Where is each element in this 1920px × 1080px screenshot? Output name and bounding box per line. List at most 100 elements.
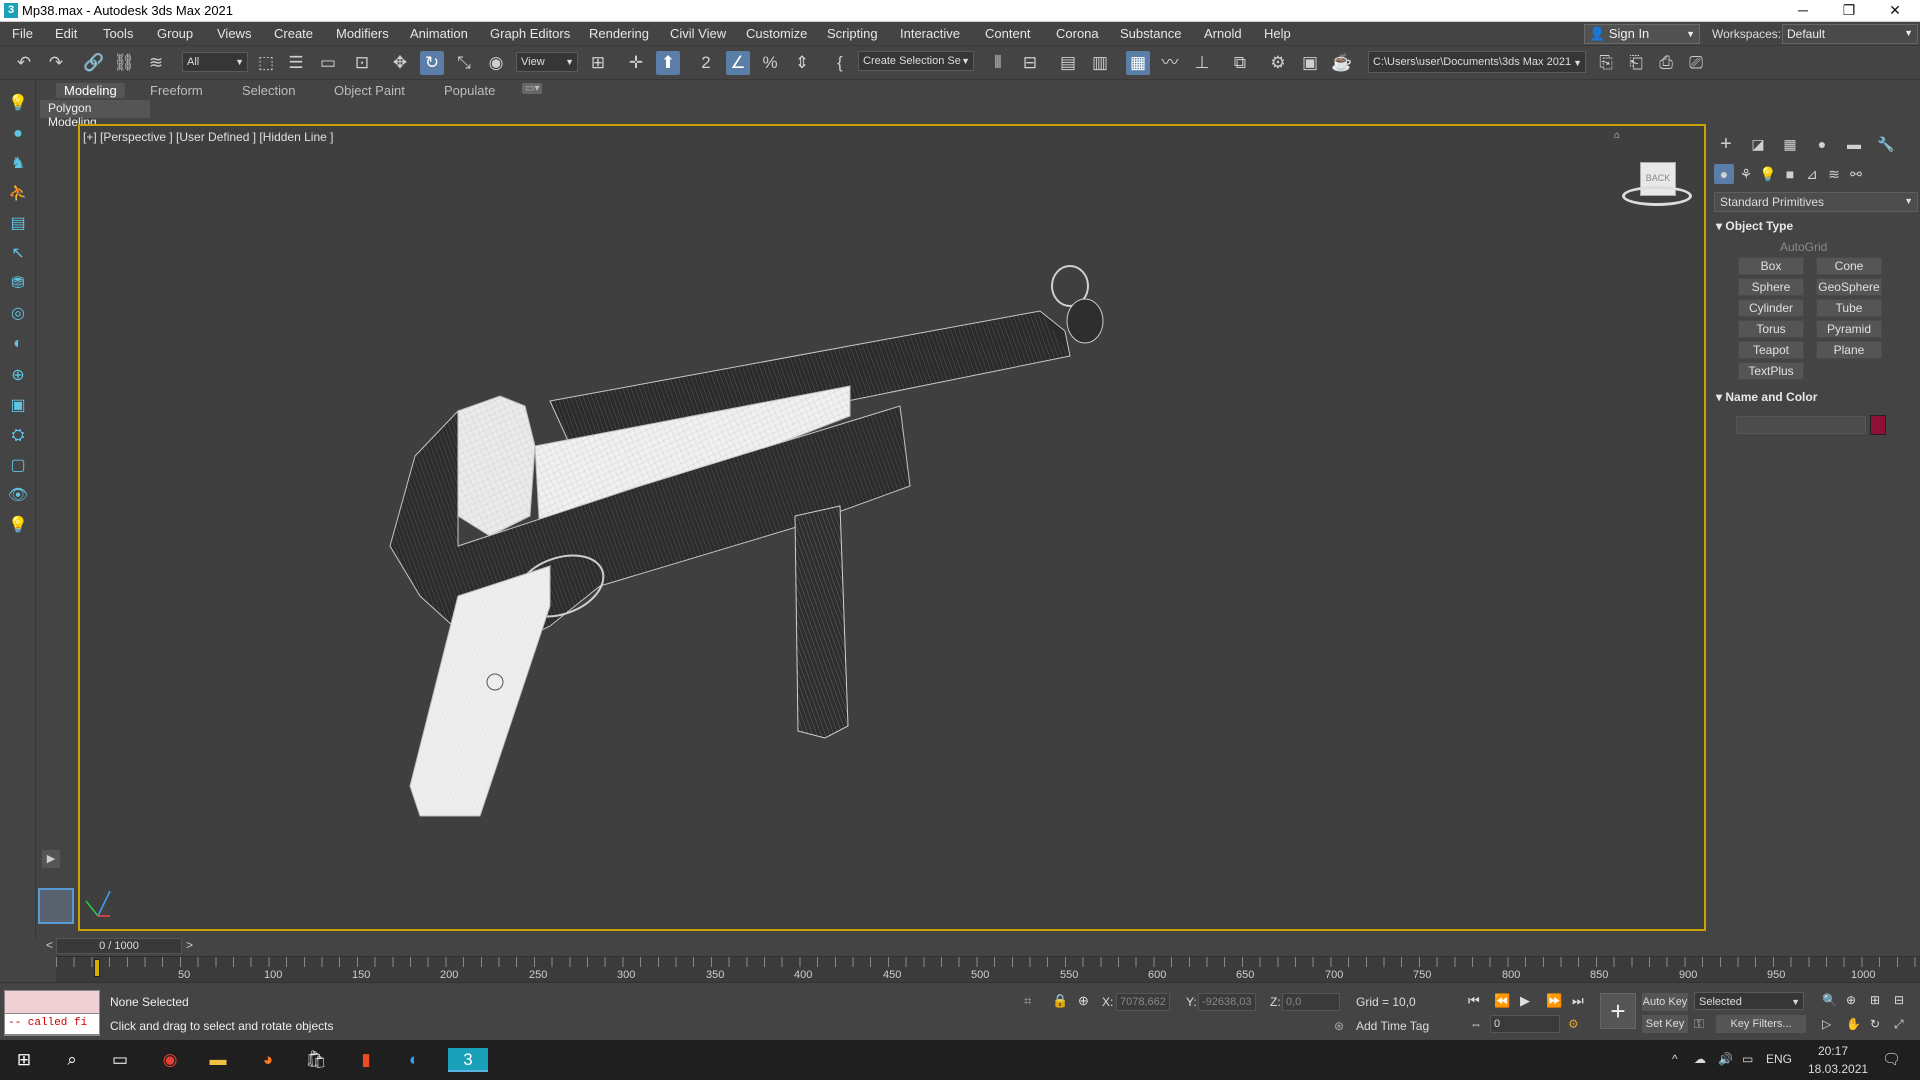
- material-editor-icon[interactable]: ⧉: [1228, 51, 1252, 75]
- cylinder-button[interactable]: Cylinder: [1738, 299, 1804, 317]
- object-type-rollout-header[interactable]: ▾ Object Type: [1716, 219, 1916, 237]
- auto-key-button[interactable]: Auto Key: [1642, 993, 1688, 1011]
- plane-button[interactable]: Plane: [1816, 341, 1882, 359]
- maximize-viewport-icon[interactable]: ⤢: [1894, 1017, 1904, 1032]
- undo-icon[interactable]: ↶: [12, 51, 36, 75]
- transform-type-in-icon[interactable]: ⊕: [1078, 993, 1089, 1009]
- edge-icon[interactable]: ◐: [400, 1048, 428, 1072]
- home-icon[interactable]: ⌂: [1614, 130, 1620, 141]
- selection-filter-dropdown[interactable]: All ▼: [182, 52, 248, 72]
- display-icon[interactable]: ◐: [6, 332, 30, 356]
- time-tag-icon[interactable]: ⊛: [1334, 1019, 1344, 1033]
- select-by-name-icon[interactable]: ☰: [284, 51, 308, 75]
- windows-start-icon[interactable]: ⊞: [10, 1048, 38, 1072]
- add-time-tag[interactable]: Add Time Tag: [1356, 1019, 1429, 1033]
- object-category-dropdown[interactable]: Standard Primitives ▼: [1714, 192, 1918, 212]
- menu-arnold[interactable]: Arnold: [1204, 26, 1242, 41]
- layer-explorer-icon[interactable]: ▤: [1056, 51, 1080, 75]
- zoom-extents-all-icon[interactable]: ⊟: [1894, 993, 1904, 1007]
- current-frame-field[interactable]: 0: [1490, 1015, 1560, 1033]
- menu-rendering[interactable]: Rendering: [589, 26, 649, 41]
- sphere-button[interactable]: Sphere: [1738, 278, 1804, 296]
- store-icon[interactable]: 🛍: [302, 1048, 330, 1072]
- clock-time[interactable]: 20:17: [1818, 1044, 1848, 1058]
- key-mode-dropdown[interactable]: Selected ▼: [1694, 992, 1804, 1010]
- textplus-button[interactable]: TextPlus: [1738, 362, 1804, 380]
- lights-icon[interactable]: 💡: [1758, 164, 1778, 184]
- previous-frame-icon[interactable]: ⏪: [1494, 993, 1510, 1009]
- modify-tab-icon[interactable]: ◪: [1748, 134, 1768, 154]
- ribbon-options-icon[interactable]: ▭▾: [522, 83, 543, 94]
- menu-corona[interactable]: Corona: [1056, 26, 1099, 41]
- file-explorer-icon[interactable]: ▬: [204, 1048, 232, 1072]
- reference-coordinate-dropdown[interactable]: View ▼: [516, 52, 578, 72]
- box-button[interactable]: Box: [1738, 257, 1804, 275]
- zoom-extents-icon[interactable]: ⊞: [1870, 993, 1880, 1007]
- named-selection-set-dropdown[interactable]: Create Selection Se ▼: [858, 51, 974, 71]
- lock-icon[interactable]: 🔒: [1052, 993, 1068, 1009]
- frame-icon[interactable]: ▢: [6, 454, 30, 478]
- viewport-icon[interactable]: ▣: [6, 394, 30, 418]
- scale-icon[interactable]: ⤡: [452, 51, 476, 75]
- placement-icon[interactable]: ◉: [484, 51, 508, 75]
- tab-populate[interactable]: Populate: [444, 83, 495, 98]
- menu-content[interactable]: Content: [985, 26, 1031, 41]
- next-frame-icon[interactable]: ⏩: [1546, 993, 1562, 1009]
- render-setup-icon[interactable]: ⚙: [1266, 51, 1290, 75]
- bucket-icon[interactable]: ⛃: [6, 272, 30, 296]
- key-icon[interactable]: ⚿: [1694, 1016, 1704, 1032]
- sphere-icon[interactable]: ●: [6, 122, 30, 146]
- x-coordinate-field[interactable]: 7078,662: [1116, 993, 1170, 1011]
- manipulate-icon[interactable]: ✛: [624, 51, 648, 75]
- teapot-button[interactable]: Teapot: [1738, 341, 1804, 359]
- y-coordinate-field[interactable]: -92638,03: [1198, 993, 1256, 1011]
- set-key-big-icon[interactable]: +: [1600, 993, 1636, 1029]
- tab-modeling[interactable]: Modeling: [56, 83, 125, 98]
- pyramid-button[interactable]: Pyramid: [1816, 320, 1882, 338]
- shapes-icon[interactable]: ⚘: [1736, 164, 1756, 184]
- toggle-ribbon-icon[interactable]: ▥: [1088, 51, 1112, 75]
- ribbon-panel-polygon-modeling[interactable]: Polygon Modeling: [40, 100, 150, 129]
- display-tray-icon[interactable]: ▭: [1742, 1052, 1753, 1066]
- idea-icon[interactable]: 💡: [6, 514, 30, 538]
- menu-customize[interactable]: Customize: [746, 26, 807, 41]
- go-to-start-icon[interactable]: ⏮: [1468, 993, 1480, 1009]
- minimize-button[interactable]: ─: [1780, 0, 1826, 22]
- bind-space-warp-icon[interactable]: ≋: [144, 51, 168, 75]
- project-settings-icon[interactable]: ⎚: [1684, 51, 1708, 75]
- fov-icon[interactable]: ▷: [1822, 1017, 1831, 1031]
- isolate-icon[interactable]: ⌗: [1024, 993, 1031, 1009]
- menu-edit[interactable]: Edit: [55, 26, 77, 41]
- menu-group[interactable]: Group: [157, 26, 193, 41]
- window-crossing-icon[interactable]: ⊡: [350, 51, 374, 75]
- systems-icon[interactable]: ⚯: [1846, 164, 1866, 184]
- unlink-icon[interactable]: ⛓: [112, 51, 136, 75]
- maximize-button[interactable]: ❐: [1826, 0, 1872, 22]
- office-icon[interactable]: ▮: [352, 1048, 380, 1072]
- project-folder-dropdown[interactable]: C:\Users\user\Documents\3ds Max 2021 ▼: [1368, 51, 1586, 73]
- tray-chevron-icon[interactable]: ^: [1672, 1052, 1678, 1066]
- cameras-icon[interactable]: ■: [1780, 164, 1800, 184]
- menu-scripting[interactable]: Scripting: [827, 26, 878, 41]
- next-frame-icon[interactable]: >: [186, 938, 193, 952]
- move-icon[interactable]: ✥: [388, 51, 412, 75]
- geometry-icon[interactable]: ●: [1714, 164, 1734, 184]
- name-color-rollout-header[interactable]: ▾ Name and Color: [1716, 390, 1916, 408]
- motion-tab-icon[interactable]: ●: [1812, 134, 1832, 154]
- set-key-button[interactable]: Set Key: [1642, 1015, 1688, 1033]
- angle-snap-icon[interactable]: ∠: [726, 51, 750, 75]
- menu-animation[interactable]: Animation: [410, 26, 468, 41]
- object-name-input[interactable]: [1736, 416, 1866, 434]
- network-icon[interactable]: ☁: [1694, 1052, 1706, 1066]
- close-button[interactable]: ✕: [1872, 0, 1918, 22]
- rendered-frame-window-icon[interactable]: ▣: [1298, 51, 1322, 75]
- utilities-tab-icon[interactable]: 🔧: [1876, 134, 1896, 154]
- key-filters-button[interactable]: Key Filters...: [1716, 1015, 1806, 1033]
- track-bar[interactable]: 50 100 150 200 250 300 350 400 450 500 5…: [56, 956, 1920, 982]
- notifications-icon[interactable]: 🗨: [1882, 1050, 1901, 1068]
- sign-in-dropdown[interactable]: 👤 Sign In ▼: [1584, 24, 1700, 44]
- chrome-icon[interactable]: ◉: [156, 1048, 184, 1072]
- pivot-point-icon[interactable]: ⊞: [586, 51, 610, 75]
- menu-tools[interactable]: Tools: [103, 26, 133, 41]
- space-warps-icon[interactable]: ≋: [1824, 164, 1844, 184]
